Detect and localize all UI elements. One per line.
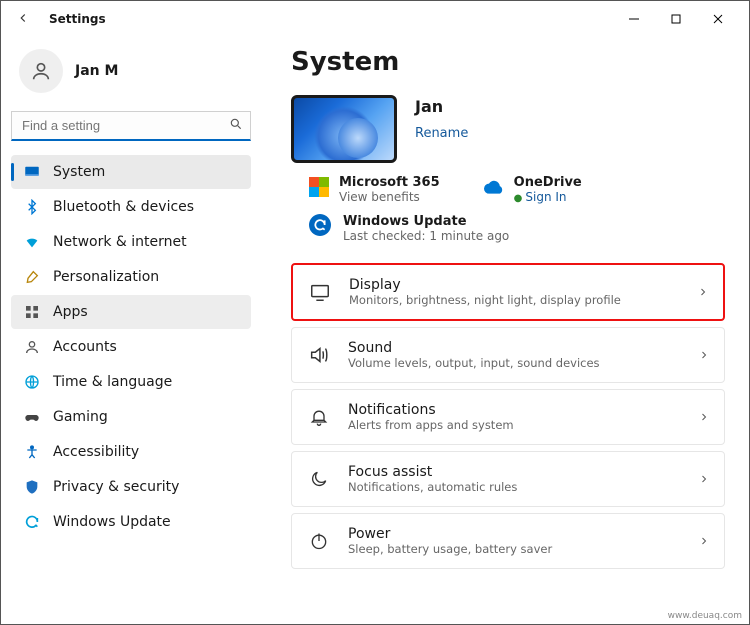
sidebar-item-system[interactable]: System <box>11 155 251 189</box>
close-button[interactable] <box>697 4 739 34</box>
speaker-icon <box>306 342 332 368</box>
card-subtitle: Notifications, automatic rules <box>348 480 682 494</box>
chevron-right-icon <box>698 408 710 427</box>
page-title: System <box>291 47 725 77</box>
card-subtitle: Monitors, brightness, night light, displ… <box>349 293 681 307</box>
sidebar-item-windows-update[interactable]: Windows Update <box>11 505 251 539</box>
onedrive-card[interactable]: OneDrive ●Sign In <box>484 175 582 204</box>
sync-circle-icon <box>309 214 331 236</box>
sidebar: Jan M System Bluetooth & devices Network… <box>1 37 261 624</box>
power-icon <box>306 528 332 554</box>
card-title: Sound <box>348 340 682 356</box>
shield-icon <box>23 478 41 496</box>
title-bar: Settings <box>1 1 749 37</box>
search-icon <box>229 117 243 135</box>
maximize-button[interactable] <box>655 4 697 34</box>
user-card[interactable]: Jan M <box>19 49 251 93</box>
sidebar-item-gaming[interactable]: Gaming <box>11 400 251 434</box>
microsoft-365-sub: View benefits <box>339 190 440 204</box>
sidebar-item-label: Privacy & security <box>53 479 179 495</box>
window-controls <box>613 4 739 34</box>
onedrive-sub: ●Sign In <box>514 190 582 204</box>
sidebar-item-accounts[interactable]: Accounts <box>11 330 251 364</box>
bell-icon <box>306 404 332 430</box>
search-box <box>11 111 251 141</box>
windows-update-label: Windows Update <box>343 214 509 229</box>
sidebar-item-personalization[interactable]: Personalization <box>11 260 251 294</box>
device-thumbnail <box>291 95 397 163</box>
microsoft-365-card[interactable]: Microsoft 365 View benefits <box>309 175 440 204</box>
user-name: Jan M <box>75 63 118 79</box>
brush-icon <box>23 268 41 286</box>
sidebar-item-label: Accessibility <box>53 444 139 460</box>
search-input[interactable] <box>11 111 251 141</box>
person-icon <box>23 338 41 356</box>
sidebar-item-label: Personalization <box>53 269 159 285</box>
card-title: Power <box>348 526 682 542</box>
bluetooth-icon <box>23 198 41 216</box>
sidebar-item-label: Gaming <box>53 409 108 425</box>
card-title: Focus assist <box>348 464 682 480</box>
content-pane: System Jan Rename Microsoft 365 View ben… <box>261 37 749 624</box>
cloud-icon <box>484 177 504 197</box>
sidebar-item-label: Network & internet <box>53 234 187 250</box>
sidebar-item-label: Accounts <box>53 339 117 355</box>
avatar <box>19 49 63 93</box>
gamepad-icon <box>23 408 41 426</box>
sidebar-item-label: Windows Update <box>53 514 171 530</box>
settings-list: Display Monitors, brightness, night ligh… <box>291 263 725 569</box>
sidebar-item-network[interactable]: Network & internet <box>11 225 251 259</box>
device-card: Jan Rename <box>291 95 725 163</box>
card-focus-assist[interactable]: Focus assist Notifications, automatic ru… <box>291 451 725 507</box>
chevron-right-icon <box>698 470 710 489</box>
sidebar-item-label: Time & language <box>53 374 172 390</box>
chevron-right-icon <box>698 346 710 365</box>
windows-update-row[interactable]: Windows Update Last checked: 1 minute ag… <box>309 214 725 243</box>
monitor-icon <box>307 279 333 305</box>
service-row: Microsoft 365 View benefits OneDrive ●Si… <box>309 175 725 204</box>
sidebar-item-label: Apps <box>53 304 88 320</box>
card-title: Display <box>349 277 681 293</box>
wifi-icon <box>23 233 41 251</box>
back-button[interactable] <box>11 11 35 28</box>
device-name: Jan <box>415 97 468 116</box>
sidebar-item-time-language[interactable]: Time & language <box>11 365 251 399</box>
nav-list: System Bluetooth & devices Network & int… <box>11 155 251 539</box>
apps-icon <box>23 303 41 321</box>
windows-update-sub: Last checked: 1 minute ago <box>343 229 509 243</box>
microsoft-logo-icon <box>309 177 329 197</box>
moon-icon <box>306 466 332 492</box>
card-display[interactable]: Display Monitors, brightness, night ligh… <box>291 263 725 321</box>
chevron-right-icon <box>698 532 710 551</box>
sidebar-item-apps[interactable]: Apps <box>11 295 251 329</box>
card-subtitle: Alerts from apps and system <box>348 418 682 432</box>
sidebar-item-privacy[interactable]: Privacy & security <box>11 470 251 504</box>
globe-icon <box>23 373 41 391</box>
card-subtitle: Volume levels, output, input, sound devi… <box>348 356 682 370</box>
window-title: Settings <box>49 12 106 26</box>
display-icon <box>23 163 41 181</box>
card-title: Notifications <box>348 402 682 418</box>
microsoft-365-label: Microsoft 365 <box>339 175 440 190</box>
card-power[interactable]: Power Sleep, battery usage, battery save… <box>291 513 725 569</box>
card-notifications[interactable]: Notifications Alerts from apps and syste… <box>291 389 725 445</box>
chevron-right-icon <box>697 283 709 302</box>
accessibility-icon <box>23 443 41 461</box>
watermark: www.deuaq.com <box>665 610 745 622</box>
card-subtitle: Sleep, battery usage, battery saver <box>348 542 682 556</box>
sidebar-item-bluetooth[interactable]: Bluetooth & devices <box>11 190 251 224</box>
onedrive-label: OneDrive <box>514 175 582 190</box>
sidebar-item-label: System <box>53 164 105 180</box>
rename-link[interactable]: Rename <box>415 126 468 141</box>
sync-icon <box>23 513 41 531</box>
card-sound[interactable]: Sound Volume levels, output, input, soun… <box>291 327 725 383</box>
sidebar-item-accessibility[interactable]: Accessibility <box>11 435 251 469</box>
minimize-button[interactable] <box>613 4 655 34</box>
sidebar-item-label: Bluetooth & devices <box>53 199 194 215</box>
